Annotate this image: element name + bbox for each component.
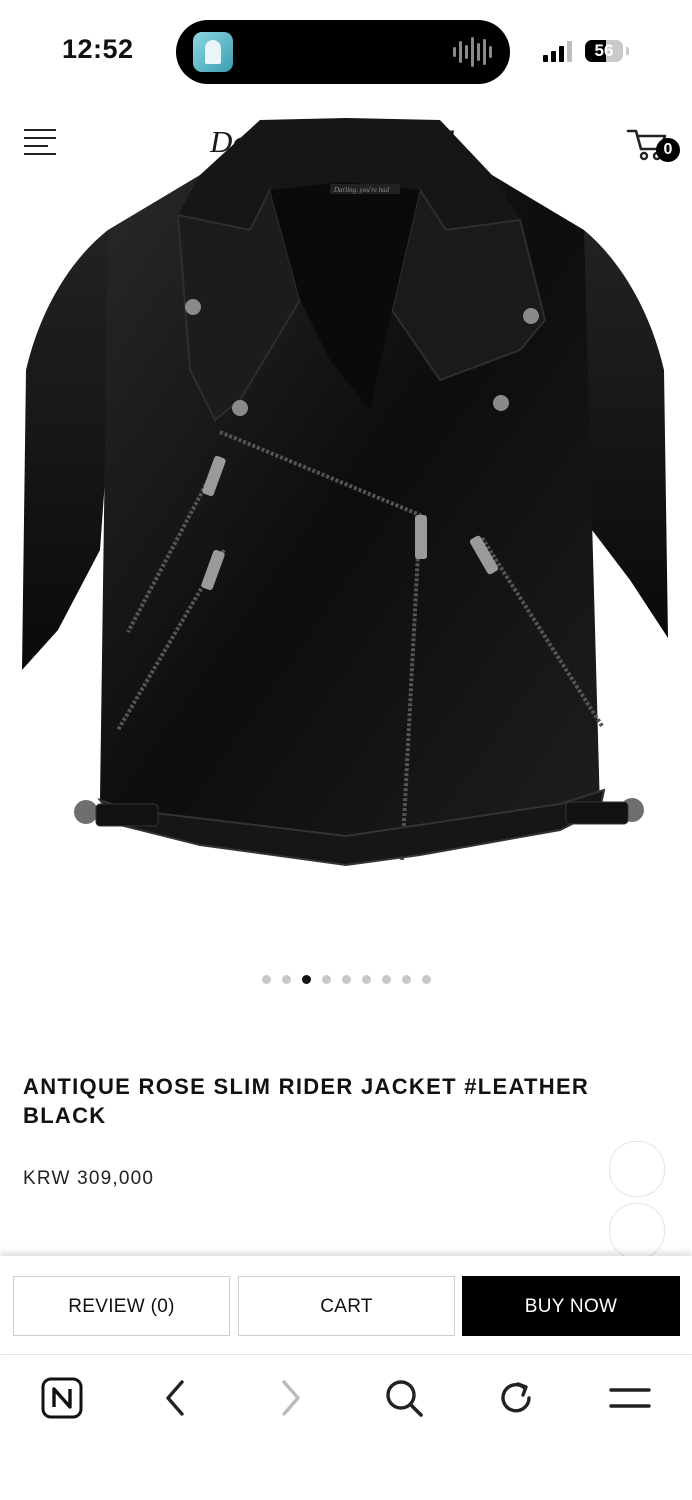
battery-level: 56 bbox=[594, 41, 614, 60]
dynamic-island[interactable] bbox=[176, 20, 510, 84]
menu-icon[interactable] bbox=[608, 1376, 652, 1420]
carousel-dot[interactable] bbox=[321, 975, 331, 984]
audio-waveform-icon bbox=[453, 37, 492, 67]
battery-icon: 56 bbox=[585, 40, 623, 62]
search-icon[interactable] bbox=[382, 1376, 426, 1420]
product-title: ANTIQUE ROSE SLIM RIDER JACKET #LEATHER … bbox=[23, 1074, 590, 1128]
jacket-tag-label: Darling, you're bad bbox=[333, 186, 390, 194]
review-button[interactable]: REVIEW (0) bbox=[13, 1276, 230, 1336]
cart-count-badge: 0 bbox=[656, 138, 680, 162]
browser-toolbar bbox=[0, 1356, 692, 1500]
status-time: 12:52 bbox=[62, 34, 134, 64]
back-arrow-icon[interactable] bbox=[154, 1376, 198, 1420]
carousel-dot-active[interactable] bbox=[301, 975, 311, 984]
carousel-dot[interactable] bbox=[281, 975, 291, 984]
battery-tip bbox=[626, 47, 629, 55]
carousel-dot[interactable] bbox=[401, 975, 411, 984]
reload-icon[interactable] bbox=[494, 1376, 538, 1420]
now-playing-thumbnail bbox=[193, 32, 233, 72]
naver-home-icon[interactable] bbox=[40, 1376, 84, 1420]
image-carousel-dots bbox=[0, 975, 692, 984]
forward-arrow-icon[interactable] bbox=[268, 1376, 312, 1420]
floating-button[interactable] bbox=[609, 1203, 665, 1259]
carousel-dot[interactable] bbox=[421, 975, 431, 984]
product-action-bar: REVIEW (0) CART BUY NOW bbox=[0, 1256, 692, 1355]
add-to-cart-button[interactable]: CART bbox=[238, 1276, 455, 1336]
buy-now-button[interactable]: BUY NOW bbox=[462, 1276, 680, 1336]
carousel-dot[interactable] bbox=[361, 975, 371, 984]
floating-button[interactable] bbox=[609, 1141, 665, 1197]
carousel-dot[interactable] bbox=[261, 975, 271, 984]
carousel-dot[interactable] bbox=[381, 975, 391, 984]
product-price: KRW 309,000 bbox=[23, 1168, 155, 1189]
product-image-leather-jacket[interactable]: Darling, you're bad bbox=[0, 110, 692, 890]
cellular-signal-icon bbox=[543, 40, 572, 62]
carousel-dot[interactable] bbox=[341, 975, 351, 984]
